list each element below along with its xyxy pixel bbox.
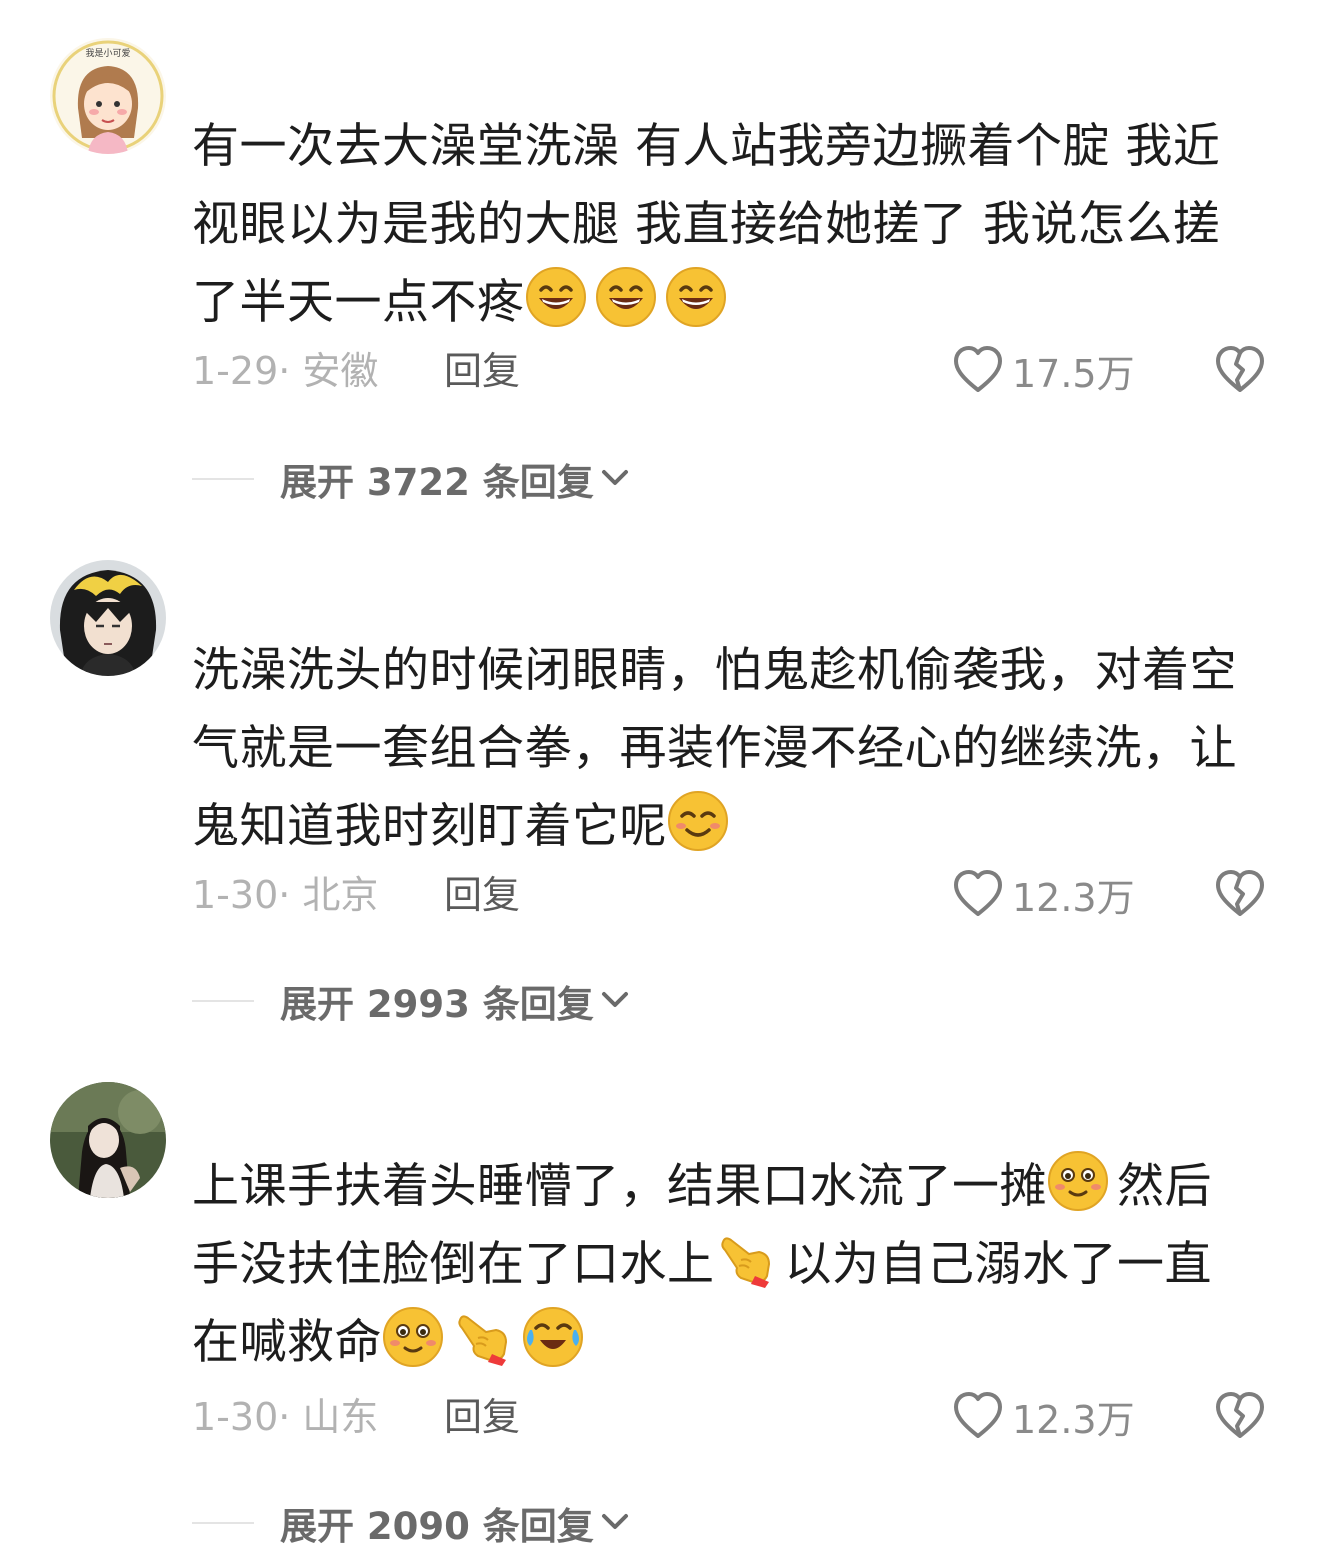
comment-line: 有一次去大澡堂洗澡 有人站我旁边撅着个腚 我近 [192, 119, 1221, 174]
comment-date-location: 1-30· 山东 [192, 1395, 379, 1439]
photo-girl-avatar [50, 1082, 166, 1198]
comment-text: 洗澡洗头的时候闭眼睛，怕鬼趁机偷袭我，对着空 气就是一套组合拳，再装作漫不经心的… [192, 632, 1257, 866]
comment-text: 有一次去大澡堂洗澡 有人站我旁边撅着个腚 我近 视眼以为是我的大腿 我直接给她搓… [192, 108, 1257, 342]
expand-replies-button[interactable]: 展开 2090 条回复 [192, 1498, 632, 1548]
reply-button[interactable]: 回复 [444, 1392, 520, 1442]
avatar[interactable] [50, 560, 166, 676]
like-count: 12.3万 [1012, 875, 1135, 920]
grin-emoji [665, 266, 727, 328]
comment-line-text: 然后 [1117, 1159, 1212, 1214]
reply-button[interactable]: 回复 [444, 346, 520, 396]
reply-button[interactable]: 回复 [444, 870, 520, 920]
comment-line-text: 了半天一点不疼 [192, 275, 525, 330]
username[interactable] [194, 52, 414, 82]
divider-line [192, 478, 254, 480]
comment-date-location: 1-30· 北京 [192, 873, 379, 917]
like-button[interactable]: 12.3万 [950, 866, 1135, 922]
username[interactable] [194, 574, 414, 604]
avatar[interactable]: 我是小可爱 [50, 38, 166, 154]
expand-replies-label: 展开 2993 条回复 [280, 983, 594, 1026]
comment-line-text: 在喊救命 [192, 1315, 382, 1370]
comment-text: 上课手扶着头睡懵了，结果口水流了一摊 然后 手没扶住脸倒在了口水上 以为自己溺水… [192, 1148, 1257, 1382]
expand-replies-button[interactable]: 展开 3722 条回复 [192, 454, 632, 504]
cartoon-girl-avatar: 我是小可爱 [50, 38, 166, 154]
comment-line-text: 上课手扶着头睡懵了，结果口水流了一摊 [192, 1159, 1047, 1214]
comment-line-text: 以为自己溺水了一直 [784, 1237, 1212, 1292]
comment-line: 了半天一点不疼 [192, 264, 1257, 342]
heart-outline-icon [954, 346, 1002, 392]
comment-line: 气就是一套组合拳，再装作漫不经心的继续洗，让 [192, 721, 1237, 776]
chevron-down-icon [598, 460, 632, 498]
grin-emoji [595, 266, 657, 328]
pointing-hand-emoji [715, 1228, 777, 1290]
expand-replies-label: 展开 3722 条回复 [280, 461, 594, 504]
like-count: 12.3万 [1012, 1397, 1135, 1442]
chevron-down-icon [598, 1504, 632, 1542]
smile-emoji [667, 790, 729, 852]
expand-replies-label: 展开 2090 条回复 [280, 1505, 594, 1548]
svg-text:我是小可爱: 我是小可爱 [85, 48, 130, 59]
broken-heart-icon [1216, 346, 1264, 392]
like-button[interactable]: 12.3万 [950, 1388, 1135, 1444]
heart-outline-icon [954, 1392, 1002, 1438]
comment-date-location: 1-29· 安徽 [192, 349, 379, 393]
divider-line [192, 1000, 254, 1002]
grin-emoji [525, 266, 587, 328]
dislike-button[interactable] [1212, 1388, 1268, 1444]
anime-character-avatar [50, 560, 166, 676]
comment-line-text: 手没扶住脸倒在了口水上 [192, 1237, 715, 1292]
username[interactable] [194, 1096, 414, 1126]
chevron-down-icon [598, 982, 632, 1020]
comment-line: 鬼知道我时刻盯着它呢 [192, 788, 1257, 866]
comment-line: 上课手扶着头睡懵了，结果口水流了一摊 然后 [192, 1148, 1257, 1226]
pointing-hand-emoji [452, 1306, 514, 1368]
broken-heart-icon [1216, 1392, 1264, 1438]
blush-emoji [1047, 1150, 1109, 1212]
divider-line [192, 1522, 254, 1524]
dislike-button[interactable] [1212, 342, 1268, 398]
comment-line: 洗澡洗头的时候闭眼睛，怕鬼趁机偷袭我，对着空 [192, 643, 1237, 698]
like-button[interactable]: 17.5万 [950, 342, 1135, 398]
comment-line: 在喊救命 [192, 1304, 1257, 1382]
like-count: 17.5万 [1012, 351, 1135, 396]
expand-replies-button[interactable]: 展开 2993 条回复 [192, 976, 632, 1026]
broken-heart-icon [1216, 870, 1264, 916]
avatar[interactable] [50, 1082, 166, 1198]
laugh-cry-emoji [522, 1306, 584, 1368]
comment-line-text: 鬼知道我时刻盯着它呢 [192, 799, 667, 854]
comment-line: 手没扶住脸倒在了口水上 以为自己溺水了一直 [192, 1226, 1257, 1304]
comment-line: 视眼以为是我的大腿 我直接给她搓了 我说怎么搓 [192, 197, 1221, 252]
dislike-button[interactable] [1212, 866, 1268, 922]
heart-outline-icon [954, 870, 1002, 916]
blush-emoji [382, 1306, 444, 1368]
